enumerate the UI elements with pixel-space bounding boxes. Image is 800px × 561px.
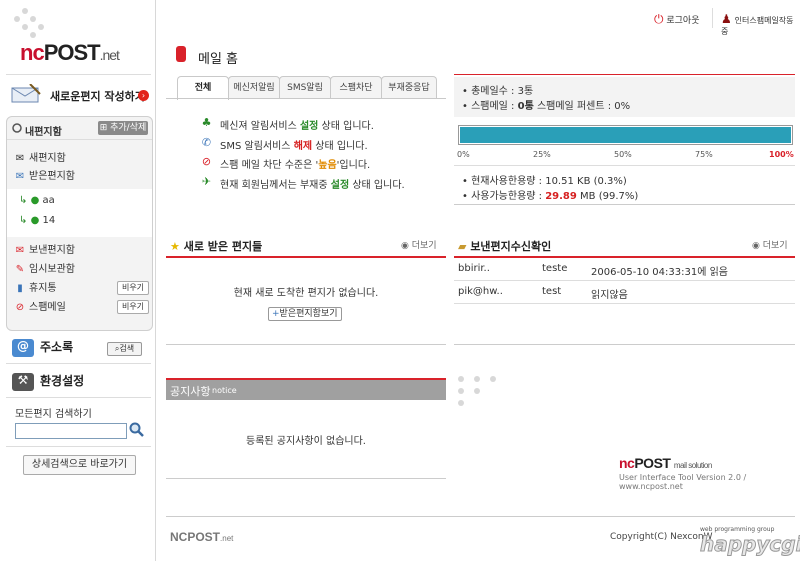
inbox-icon: ✉	[15, 171, 25, 182]
block-icon: ⊘	[201, 155, 212, 168]
mail-summary: • 총메일수 : 3통 • 스팸메일 : 0통 스팸메일 퍼센트 : 0%	[454, 77, 795, 117]
usage-bar-fill	[460, 127, 791, 143]
ncpost-logo[interactable]: ncPOST.net	[20, 40, 120, 66]
sent-confirm-title: ▰ 보낸편지수신확인	[458, 240, 552, 253]
power-icon: ⏻	[654, 12, 664, 26]
plus-icon: +	[272, 309, 280, 319]
detail-search-button[interactable]: 상세검색으로 바로가기	[23, 455, 136, 475]
usage-tick: 100%	[769, 150, 794, 159]
mailbox-add-delete-button[interactable]: ⊞ 추가/삭제	[98, 121, 148, 135]
compose-label: 새로운편지 작성하기	[50, 90, 145, 103]
usage-tick: 75%	[695, 150, 713, 159]
search-icon[interactable]	[129, 422, 145, 438]
usage-bar	[458, 125, 793, 145]
trash-icon: ▮	[17, 283, 23, 294]
sent-confirm-more-link[interactable]: ◉ 더보기	[752, 238, 788, 251]
settings-tools-icon: ⚒	[12, 372, 34, 391]
compose-envelope-icon	[11, 84, 41, 103]
mailbox-panel: 내편지함 ⊞ 추가/삭제 ✉ 새편지함 ✉ 받은편지함 ↳ ● aa ↳ ● 14 …	[6, 116, 153, 331]
tab-messenger[interactable]: 메신저알림	[228, 76, 280, 99]
footer-copyright: Copyright(C) NexconW	[610, 532, 713, 542]
new-mail-empty-message: 현재 새로 도착한 편지가 없습니다.	[233, 288, 379, 299]
available-capacity: • 사용가능한용량 : 29.89 MB (99.7%)	[462, 191, 639, 202]
away-icon: ✈	[201, 175, 212, 188]
usage-tick: 50%	[614, 150, 632, 159]
empty-spam-button[interactable]: 비우기	[117, 300, 149, 314]
promo-logo: ncPOST mail solution	[619, 455, 712, 471]
tab-away[interactable]: 부재중응답	[381, 76, 437, 99]
total-mail-count: • 총메일수 : 3통	[462, 86, 534, 97]
usage-tick: 0%	[457, 150, 470, 159]
sidebar: ncPOST.net 새로운편지 작성하기 › 내편지함 ⊞ 추가/삭제 ✉ 새편…	[0, 0, 156, 561]
user-folder-icon: ●	[30, 215, 40, 226]
subfolder-aa[interactable]: ↳ ● aa	[19, 195, 55, 211]
address-book-link[interactable]: @ 주소록	[12, 338, 73, 357]
tab-all[interactable]: 전체	[177, 76, 229, 100]
star-icon: ★	[170, 240, 180, 253]
page-title: 메일 홈	[198, 52, 239, 67]
view-inbox-button[interactable]: +받은편지함보기	[268, 307, 342, 321]
plus-box-icon: ⊞	[99, 123, 108, 133]
folder-spam[interactable]: ⊘ 스팸메일	[13, 298, 66, 314]
mailbox-title: 내편지함	[25, 127, 62, 138]
mail-home-icon	[176, 46, 186, 62]
branch-arrow-icon: ↳	[19, 215, 28, 226]
spam-summary: • 스팸메일 : 0통 스팸메일 퍼센트 : 0%	[462, 101, 631, 112]
folder-trash[interactable]: ▮ 휴지통	[13, 279, 56, 295]
folder-sent[interactable]: ✉ 보낸편지함	[13, 241, 75, 257]
user-folder-icon: ●	[30, 195, 40, 206]
new-mail-more-link[interactable]: ◉ 더보기	[401, 238, 437, 251]
compose-button[interactable]: 새로운편지 작성하기 ›	[10, 84, 150, 106]
used-capacity: • 현재사용한용량 : 10.51 KB (0.3%)	[462, 176, 627, 187]
branch-arrow-icon: ↳	[19, 195, 28, 206]
address-book-icon: @	[12, 338, 34, 357]
usage-tick: 25%	[533, 150, 551, 159]
tab-sms[interactable]: SMS알림	[279, 76, 331, 99]
notice-empty-message: 등록된 공지사항이 없습니다.	[246, 436, 366, 447]
folder-icon: ▰	[458, 240, 467, 253]
empty-trash-button[interactable]: 비우기	[117, 281, 149, 295]
draft-icon: ✎	[15, 264, 25, 275]
user-icon: ♟	[721, 12, 732, 26]
notice-header[interactable]: 공지사항 notice	[166, 380, 446, 400]
settings-link[interactable]: ⚒ 환경설정	[12, 372, 84, 391]
all-mail-search-label: 모든편지 검색하기	[15, 409, 92, 420]
sent-icon: ✉	[15, 245, 25, 256]
subfolder-14[interactable]: ↳ ● 14	[19, 215, 55, 231]
envelope-icon: ✉	[15, 153, 25, 164]
spam-status-link[interactable]: ♟ 인터스팸메일작동중	[721, 12, 800, 37]
promo-version: User Interface Tool Version 2.0 / www.nc…	[619, 473, 747, 491]
folder-inbox[interactable]: ✉ 받은편지함	[13, 167, 75, 183]
address-search-button[interactable]: ⌕검색	[107, 342, 142, 356]
mailbox-header: 내편지함 ⊞ 추가/삭제	[7, 117, 152, 140]
mail-search-input[interactable]	[15, 423, 127, 439]
table-row[interactable]: bbirir.. teste 2006-05-10 04:33:31에 읽음	[454, 258, 795, 281]
logout-link[interactable]: ⏻ 로그아웃	[654, 12, 700, 27]
table-row[interactable]: pik@hw.. test 읽지않음	[454, 281, 795, 304]
mailbox-circle-icon	[12, 123, 22, 133]
new-mail-title: ★ 새로 받은 편지들	[170, 240, 263, 253]
tab-spam-block[interactable]: 스팸차단	[330, 76, 382, 99]
messenger-icon: ♣	[201, 116, 212, 129]
circle-arrow-icon: ◉	[401, 241, 409, 251]
folder-draft[interactable]: ✎ 임시보관함	[13, 260, 75, 276]
watermark: happycgi	[699, 532, 800, 557]
sms-icon: ✆	[201, 136, 212, 149]
folder-new[interactable]: ✉ 새편지함	[13, 149, 66, 165]
footer-logo: NCPOST.net	[170, 530, 234, 544]
spam-icon: ⊘	[15, 302, 25, 313]
circle-arrow-icon: ◉	[752, 241, 760, 251]
subfolder-list: ↳ ● aa ↳ ● 14	[7, 189, 152, 237]
arrow-right-icon: ›	[138, 90, 149, 101]
